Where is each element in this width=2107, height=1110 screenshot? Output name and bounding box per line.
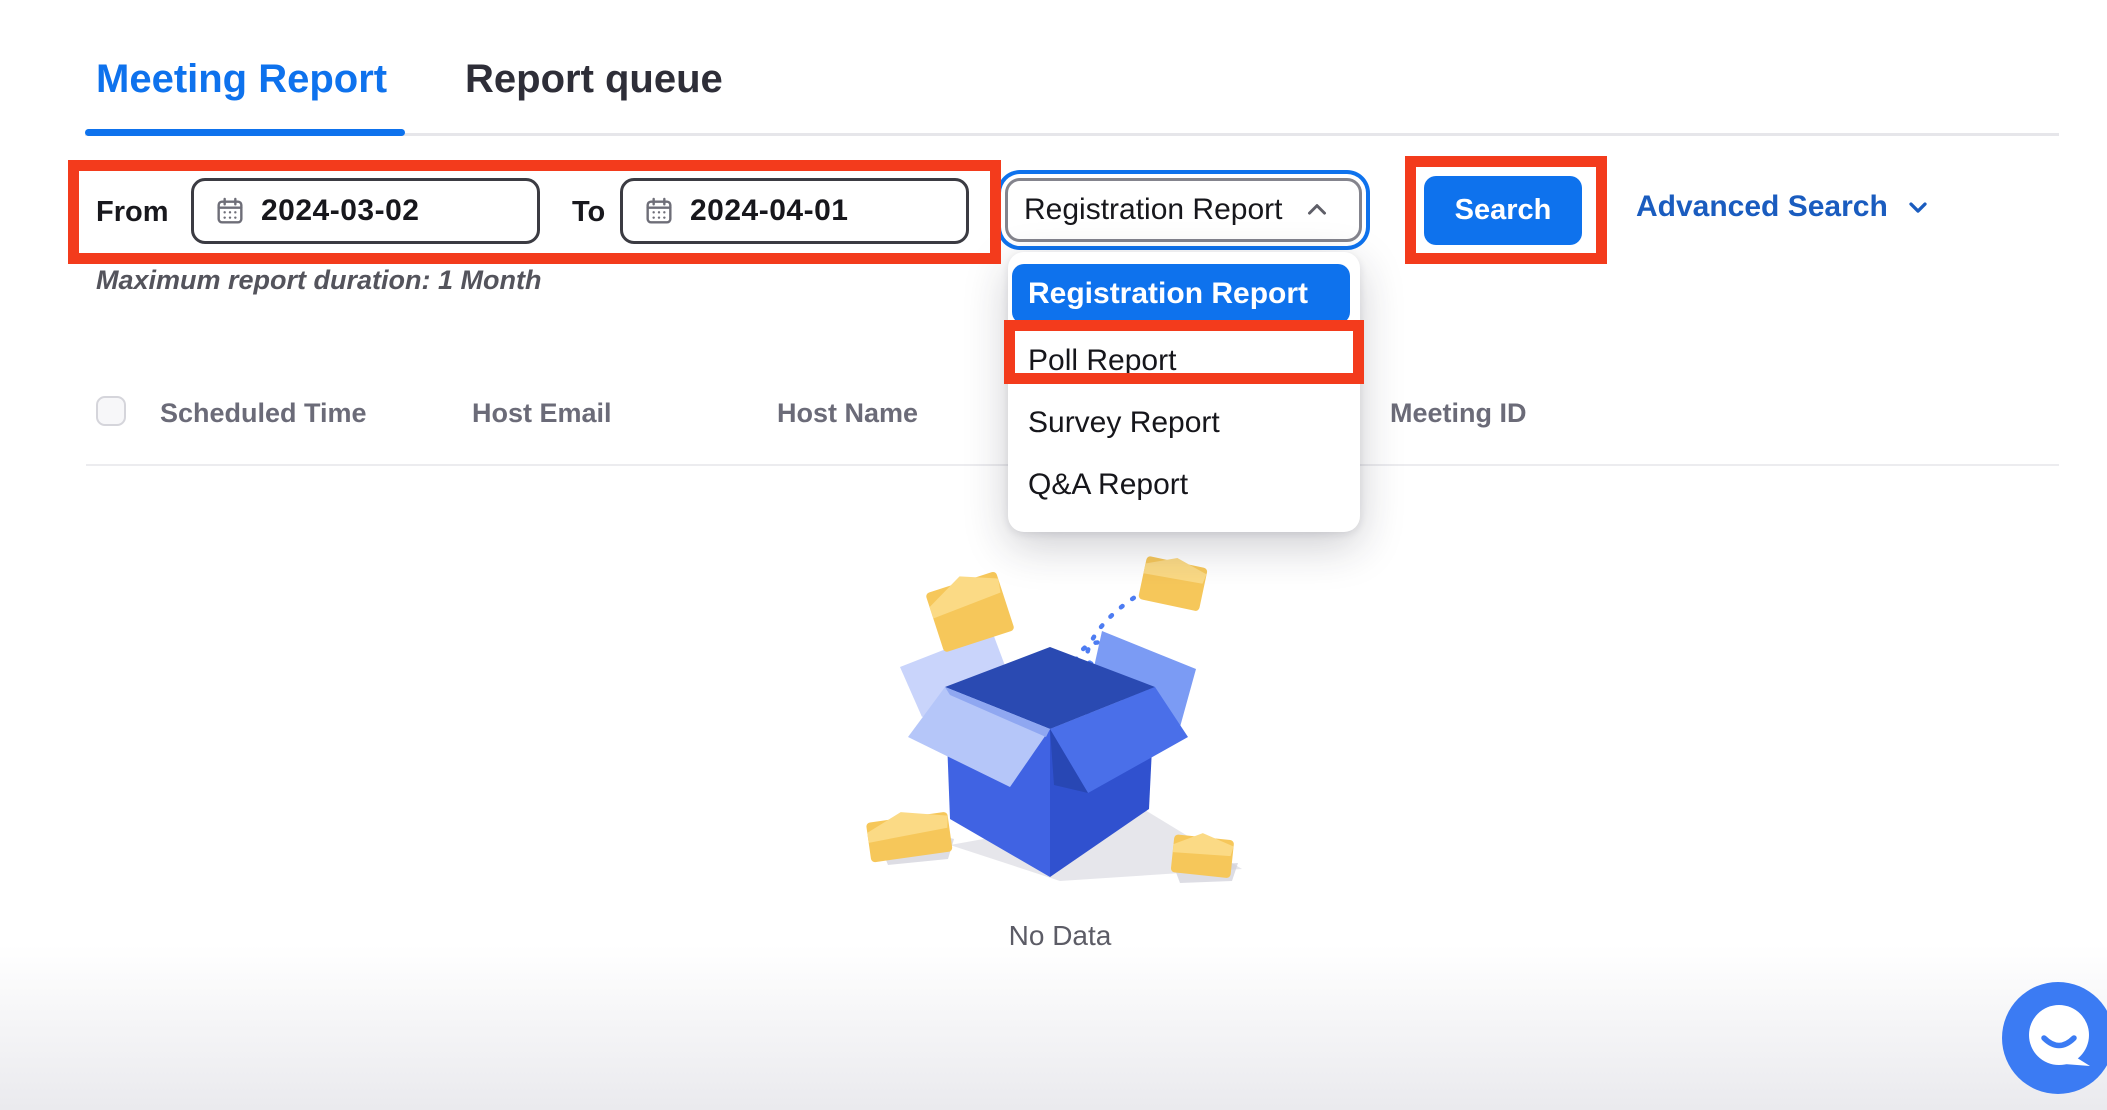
menu-option-qa-report[interactable]: Q&A Report <box>1008 454 1360 516</box>
report-type-select[interactable]: Registration Report <box>1005 178 1362 242</box>
paper-icon <box>1138 552 1209 612</box>
meeting-report-page: Meeting Report Report queue From 2024-03… <box>0 0 2107 1110</box>
report-type-menu: Registration Report Poll Report Survey R… <box>1008 252 1360 532</box>
from-date-value: 2024-03-02 <box>261 194 419 228</box>
to-date-field[interactable]: 2024-04-01 <box>620 178 969 244</box>
chat-bubble-icon <box>2002 982 2107 1094</box>
search-button[interactable]: Search <box>1424 176 1582 245</box>
column-header-host-name: Host Name <box>777 398 918 429</box>
tab-meeting-report[interactable]: Meeting Report <box>96 57 387 102</box>
calendar-icon <box>214 195 246 227</box>
chat-launcher-button[interactable] <box>2002 982 2107 1094</box>
chevron-up-icon <box>1302 195 1332 225</box>
menu-option-registration-report[interactable]: Registration Report <box>1012 264 1350 324</box>
column-header-meeting-id: Meeting ID <box>1390 398 1527 429</box>
menu-option-poll-report[interactable]: Poll Report <box>1008 330 1360 392</box>
duration-note: Maximum report duration: 1 Month <box>96 265 542 296</box>
report-type-selected-value: Registration Report <box>1024 193 1282 227</box>
advanced-search-link[interactable]: Advanced Search <box>1636 190 1932 224</box>
chevron-down-icon <box>1904 193 1932 221</box>
page-bottom-gradient <box>0 945 2107 1110</box>
column-header-scheduled-time: Scheduled Time <box>160 398 367 429</box>
to-label: To <box>572 196 605 229</box>
from-label: From <box>96 196 169 229</box>
menu-option-survey-report[interactable]: Survey Report <box>1008 392 1360 454</box>
select-all-checkbox[interactable] <box>96 396 126 426</box>
column-header-host-email: Host Email <box>472 398 612 429</box>
active-tab-indicator <box>85 129 405 136</box>
advanced-search-label: Advanced Search <box>1636 190 1888 224</box>
from-date-field[interactable]: 2024-03-02 <box>191 178 540 244</box>
empty-box-illustration <box>850 545 1250 905</box>
calendar-icon <box>643 195 675 227</box>
to-date-value: 2024-04-01 <box>690 194 848 228</box>
tab-report-queue[interactable]: Report queue <box>465 57 723 102</box>
